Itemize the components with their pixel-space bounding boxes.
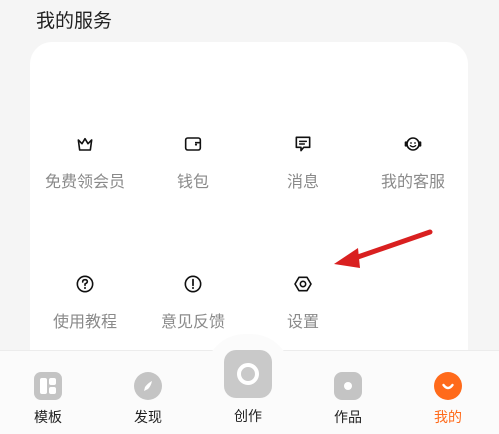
service-label: 免费领会员 [44, 172, 125, 191]
service-tutorial[interactable]: 使用教程 [30, 222, 140, 332]
section-title: 我的服务 [36, 10, 113, 32]
service-label: 钱包 [176, 172, 209, 191]
service-label: 消息 [286, 172, 319, 191]
profile-smile-icon [434, 372, 462, 400]
services-card: 免费领会员 钱包 消息 我的客服 使用教程 意见反馈 设置 [30, 42, 468, 372]
service-label: 意见反馈 [160, 312, 225, 331]
exclamation-circle-icon [184, 275, 202, 293]
service-label: 使用教程 [52, 312, 117, 331]
wallet-icon [184, 137, 202, 151]
tab-template[interactable]: 模板 [8, 351, 88, 434]
crown-icon [77, 137, 93, 151]
message-icon [295, 136, 311, 152]
help-circle-icon [76, 275, 94, 293]
service-label: 设置 [286, 312, 319, 331]
headset-icon [404, 137, 422, 151]
tab-label: 我的 [434, 410, 462, 426]
tab-works[interactable]: 作品 [308, 351, 388, 434]
tab-mine[interactable]: 我的 [408, 351, 488, 434]
service-free-membership[interactable]: 免费领会员 [30, 82, 140, 192]
tab-label: 作品 [334, 410, 362, 426]
service-messages[interactable]: 消息 [248, 82, 358, 192]
annotation-arrow-icon [334, 229, 433, 268]
gear-hexagon-icon [294, 276, 312, 292]
video-play-icon [334, 372, 362, 400]
service-wallet[interactable]: 钱包 [138, 82, 248, 192]
tab-create-label[interactable]: 创作 [218, 406, 278, 426]
service-label: 我的客服 [380, 172, 445, 191]
tab-label: 模板 [34, 410, 62, 426]
service-feedback[interactable]: 意见反馈 [138, 222, 248, 332]
template-icon [34, 372, 62, 400]
tab-discover[interactable]: 发现 [108, 351, 188, 434]
compass-icon [134, 372, 162, 400]
service-customer-support[interactable]: 我的客服 [358, 82, 468, 192]
tab-label: 发现 [134, 410, 162, 426]
tab-create-button[interactable] [224, 350, 272, 398]
create-icon [237, 363, 259, 385]
